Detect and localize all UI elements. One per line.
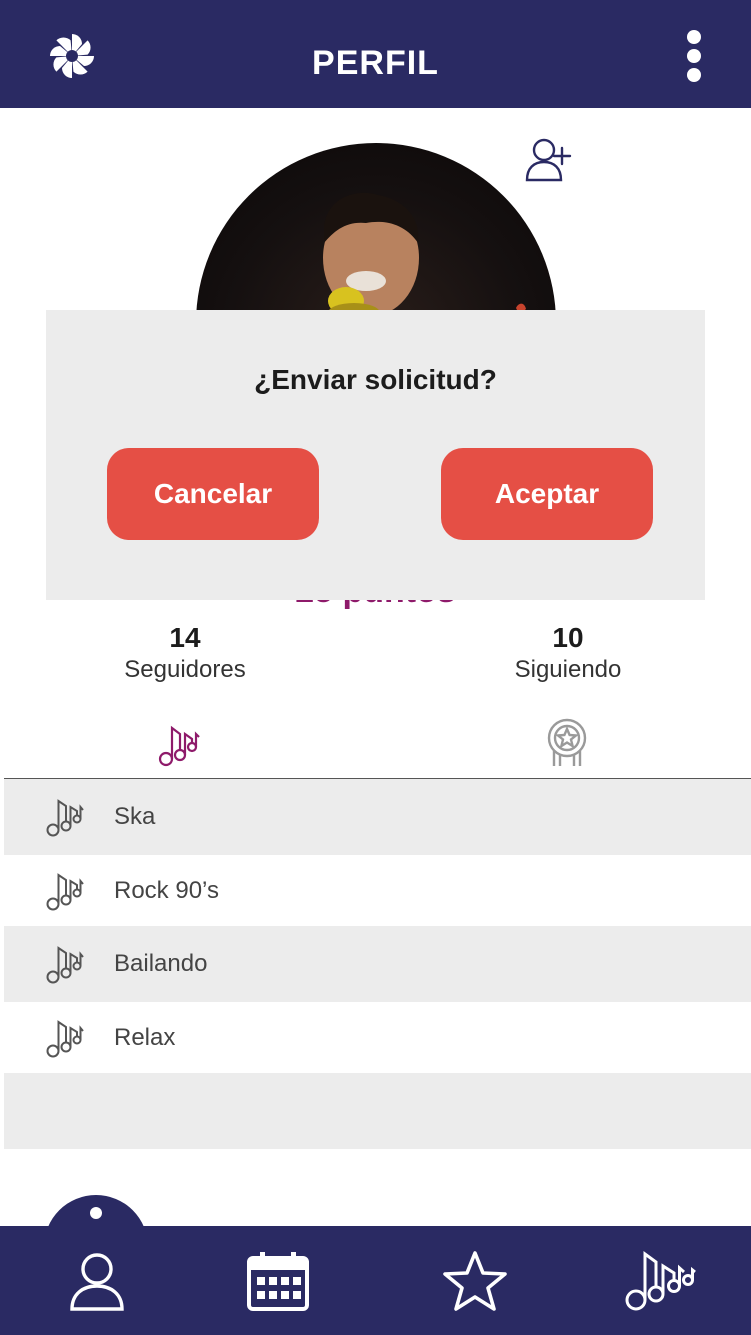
empty-list-row <box>4 1073 751 1149</box>
playlist-name: Relax <box>114 1023 176 1051</box>
followers-stat[interactable]: 14 Seguidores <box>85 622 285 684</box>
list-item[interactable]: Ska <box>4 779 751 855</box>
following-count: 10 <box>552 622 584 653</box>
confirm-request-dialog: ¿Enviar solicitud? Cancelar Aceptar <box>46 310 705 600</box>
list-item[interactable]: Rock 90’s <box>4 855 751 926</box>
playlist-name: Bailando <box>114 950 208 977</box>
calendar-icon[interactable] <box>246 1250 310 1312</box>
following-stat[interactable]: 10 Siguiendo <box>468 622 668 684</box>
accept-button[interactable]: Aceptar <box>441 448 653 540</box>
user-icon[interactable] <box>68 1252 126 1312</box>
music-notes-icon <box>46 799 84 837</box>
playlist-list: Ska Rock 90’s Bailando Relax <box>4 779 751 1149</box>
star-icon[interactable] <box>442 1250 508 1312</box>
playlist-name: Ska <box>114 803 156 830</box>
music-notes-icon <box>46 872 84 910</box>
more-vertical-icon[interactable] <box>680 30 708 84</box>
followers-label: Seguidores <box>124 656 246 683</box>
user-plus-icon[interactable] <box>524 136 572 182</box>
music-notes-icon[interactable] <box>624 1248 696 1312</box>
cancel-button[interactable]: Cancelar <box>107 448 319 540</box>
playlist-name: Rock 90’s <box>114 876 219 904</box>
music-notes-icon <box>46 946 84 984</box>
top-app-bar: PERFIL <box>0 0 751 108</box>
music-notes-icon <box>46 1019 84 1057</box>
followers-count: 14 <box>169 622 201 653</box>
tab-playlists[interactable] <box>158 722 200 768</box>
list-item[interactable]: Relax <box>4 1002 751 1073</box>
tab-achievements[interactable] <box>544 718 590 768</box>
page-title: PERFIL <box>312 44 439 82</box>
following-label: Siguiendo <box>514 656 622 683</box>
dialog-question: ¿Enviar solicitud? <box>254 364 497 395</box>
list-item[interactable]: Bailando <box>4 926 751 1002</box>
